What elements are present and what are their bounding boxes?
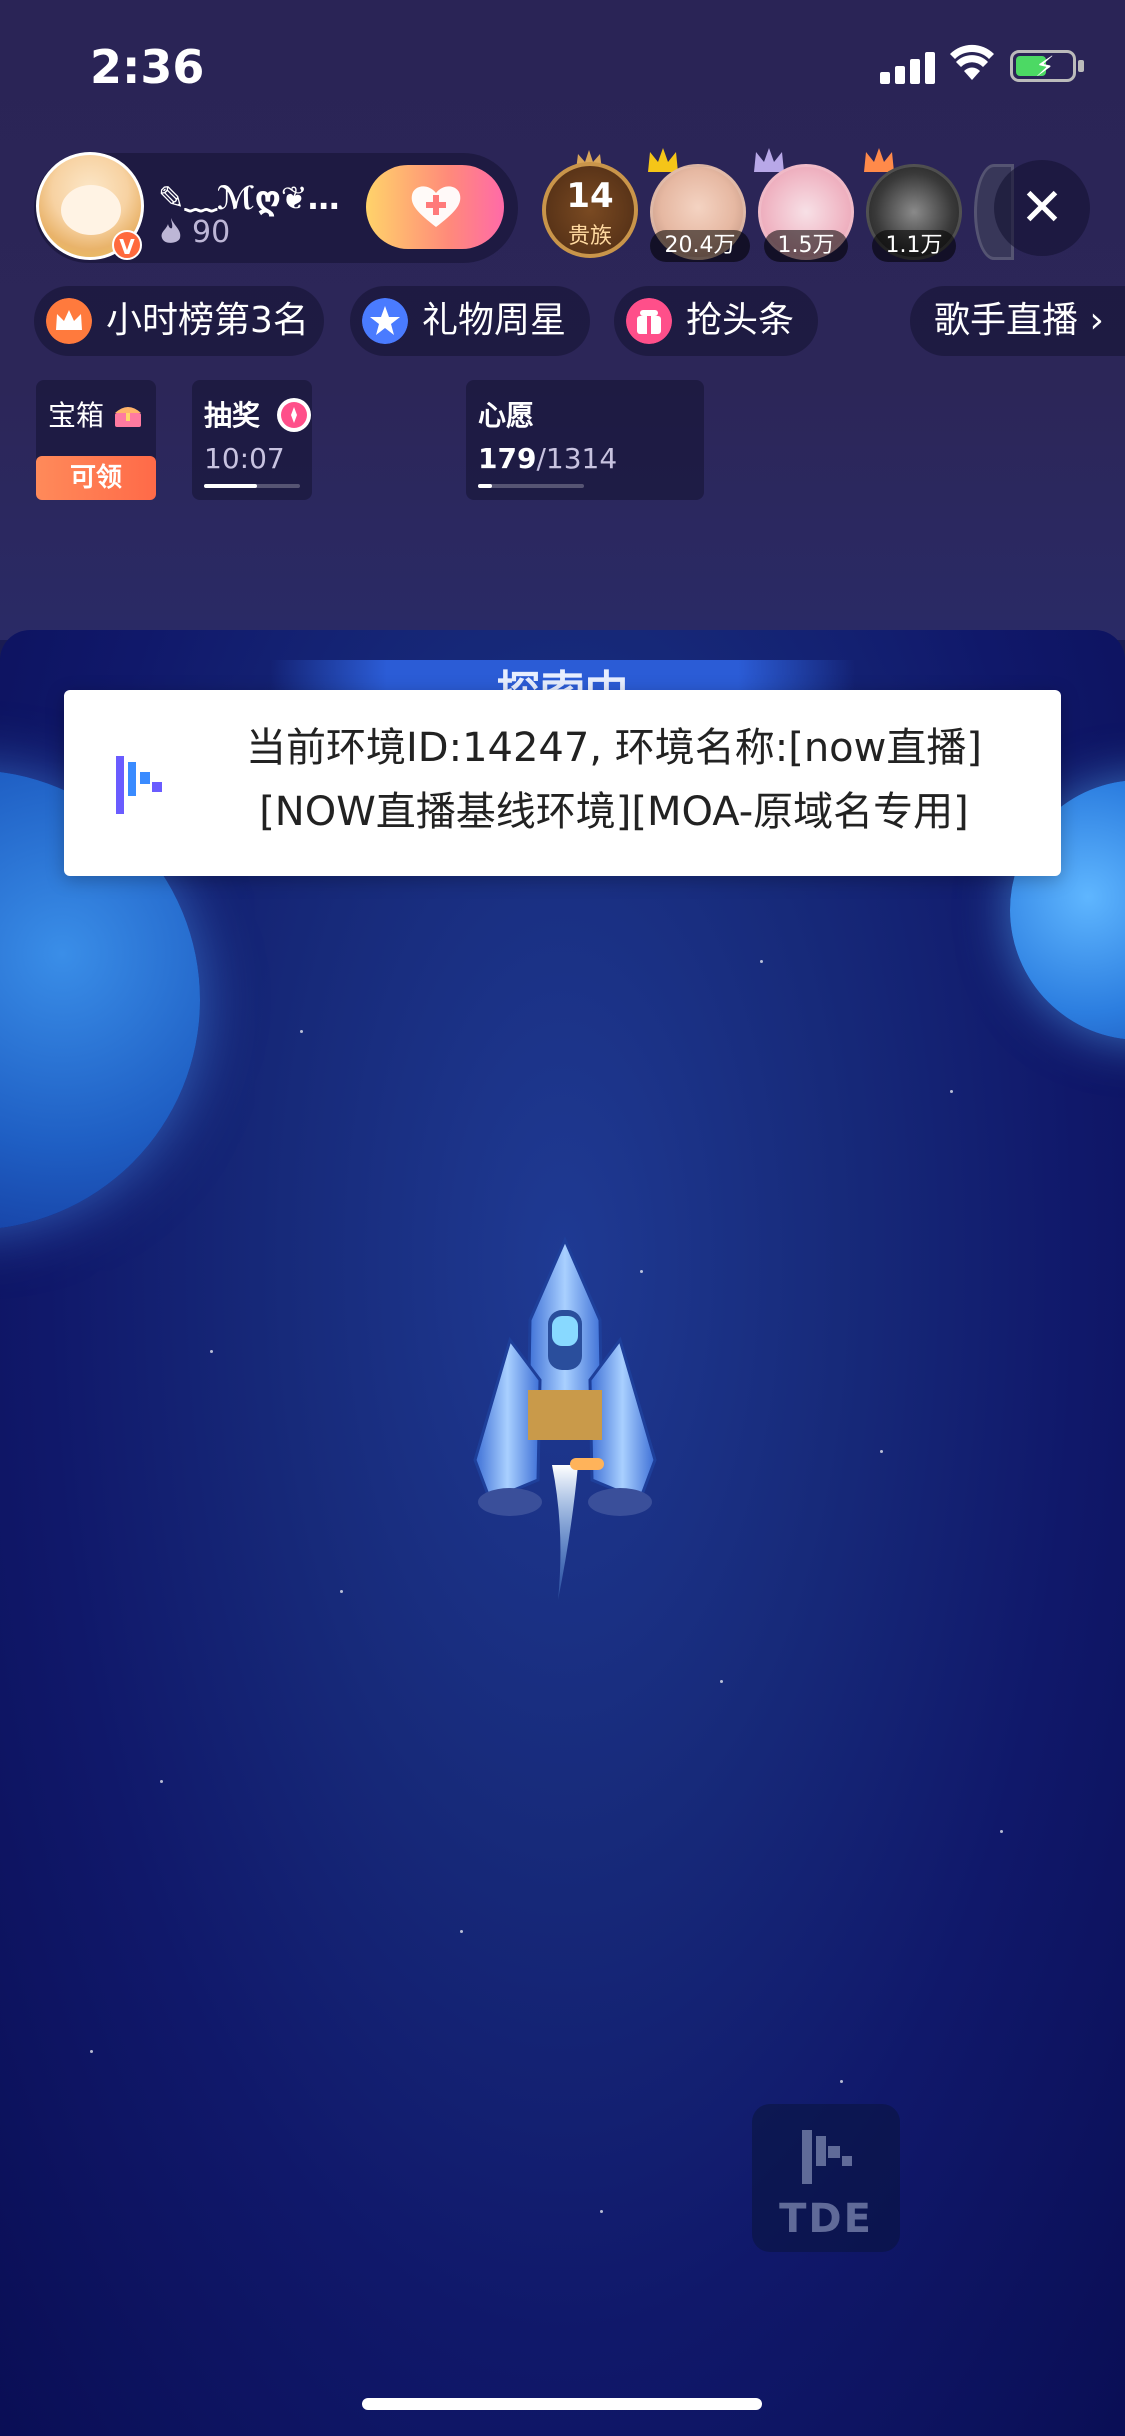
environment-toast-text: 当前环境ID:14247, 环境名称:[now直播][NOW直播基线环境][MO… [246, 725, 982, 835]
hourly-rank-label: 小时榜第3名 [106, 300, 309, 341]
close-button[interactable]: ✕ [994, 160, 1090, 256]
headline-chip[interactable]: 抢头条 [614, 286, 818, 356]
tde-toast-logo-icon [116, 756, 162, 814]
wish-progress-text: 179/1314 [478, 442, 617, 475]
noble-label: 贵族 [567, 224, 612, 249]
hourly-rank-chip[interactable]: 小时榜第3名 [34, 286, 324, 356]
crown-rank-icon [46, 298, 92, 344]
lottery-card[interactable]: 抽奖 10:07 [192, 380, 312, 500]
claim-button[interactable]: 可领 [36, 456, 156, 500]
verified-badge: V [112, 230, 142, 260]
star-icon [362, 298, 408, 344]
close-icon: ✕ [1020, 178, 1064, 238]
battery-cap [1078, 60, 1084, 72]
battery-icon: ⚡ [1010, 50, 1076, 83]
lottery-icon [276, 398, 311, 432]
wish-title: 心愿 [478, 399, 535, 432]
wish-total: /1314 [536, 442, 618, 475]
gift-star-chip[interactable]: 礼物周星 [350, 286, 590, 356]
noble-count-badge[interactable]: 14 贵族 [542, 162, 638, 258]
gift-star-label: 礼物周星 [422, 300, 567, 341]
wish-card[interactable]: 心愿 179/1314 [466, 380, 704, 500]
wifi-icon [950, 44, 994, 80]
viewer-contribution-2: 1.5万 [764, 230, 848, 262]
tde-badge: TDE [752, 2104, 900, 2252]
status-time: 2:36 [90, 40, 205, 94]
tde-label: TDE [779, 2196, 873, 2242]
flame-icon [161, 218, 181, 243]
environment-toast: 当前环境ID:14247, 环境名称:[now直播][NOW直播基线环境][MO… [64, 690, 1061, 876]
lottery-title: 抽奖 [204, 394, 312, 434]
noble-count: 14 [566, 176, 614, 216]
headline-label: 抢头条 [686, 300, 795, 341]
treasure-chest-title: 宝箱 [48, 394, 143, 434]
chest-icon [114, 407, 141, 427]
viewer-contribution-1: 20.4万 [650, 230, 750, 262]
lottery-progress [204, 484, 300, 488]
wish-progress-bar [478, 484, 584, 488]
host-heat: 90 [160, 215, 230, 250]
home-indicator[interactable] [362, 2398, 762, 2410]
category-label: 歌手直播 › [934, 300, 1104, 341]
lottery-countdown: 10:07 [204, 442, 285, 475]
cellular-signal-icon [880, 50, 936, 84]
gift-box-icon [626, 298, 672, 344]
follow-button[interactable] [366, 165, 504, 249]
heat-value: 90 [192, 215, 231, 250]
category-chip[interactable]: 歌手直播 › [910, 286, 1125, 356]
host-name: ✎﹏ℳღ❦… [158, 179, 340, 217]
tde-logo-icon [802, 2130, 852, 2184]
wish-current: 179 [478, 442, 537, 475]
game-scene[interactable]: 探索中 TDE [0, 630, 1125, 2436]
viewer-contribution-3: 1.1万 [872, 230, 956, 262]
rocket-ship [473, 1236, 657, 1600]
heart-plus-icon [411, 186, 461, 227]
